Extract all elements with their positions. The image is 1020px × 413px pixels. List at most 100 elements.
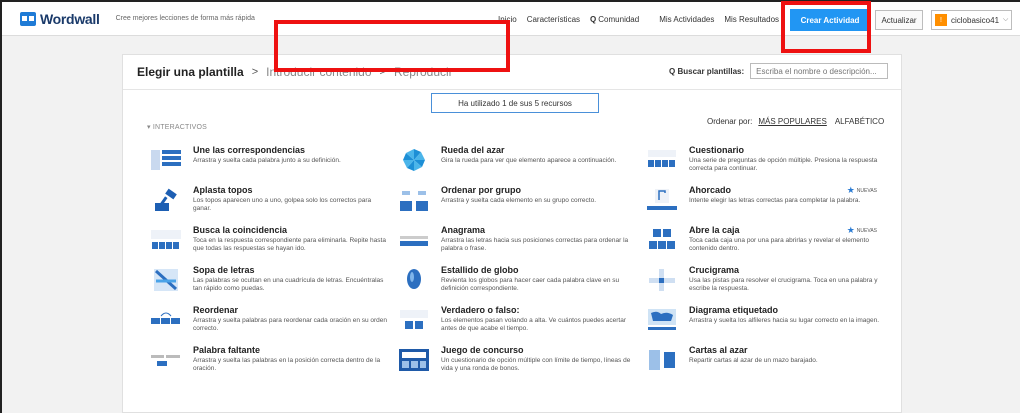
- usage-highlight: [274, 20, 510, 72]
- template-item[interactable]: Reordenar Arrastra y suelta palabras para…: [149, 305, 389, 343]
- template-item[interactable]: Estallido de globo Revienta los globos pa…: [397, 265, 637, 303]
- reorder-icon: [149, 307, 183, 333]
- nav-caracteristicas[interactable]: Características: [527, 15, 580, 24]
- template-description: Arrastra las letras hacia sus posiciones…: [441, 237, 629, 252]
- template-description: Gira la rueda para ver que elemento apar…: [441, 157, 617, 164]
- star-icon: ★: [846, 185, 855, 195]
- divider: [123, 89, 901, 90]
- template-description: Un cuestionario de opción múltiple con l…: [441, 357, 631, 372]
- quiz-icon: [645, 147, 679, 173]
- template-item[interactable]: Cartas al azar Repartir cartas al azar de…: [645, 345, 885, 383]
- nav-comunidad[interactable]: Q Comunidad: [590, 15, 649, 24]
- sort-alphabetical[interactable]: ALFABÉTICO: [835, 117, 884, 126]
- template-description: Arrastra y suelta las palabras en la pos…: [193, 357, 381, 372]
- new-badge-label: NUEVAS: [856, 227, 877, 234]
- template-item[interactable]: Abre la caja Toca cada caja una por una p…: [645, 225, 885, 263]
- template-item[interactable]: Anagrama Arrastra las letras hacia sus po…: [397, 225, 637, 263]
- new-badge: ★ NUEVAS: [847, 225, 877, 236]
- template-description: Arrastra y suelta cada palabra junto a s…: [193, 157, 341, 164]
- template-item[interactable]: Rueda del azar Gira la rueda para ver que…: [397, 145, 637, 183]
- main-nav: Inicio Características Q Comunidad Mis Ac…: [498, 2, 789, 36]
- missing-word-icon: [149, 347, 183, 373]
- template-description: Intente elegir las letras correctas para…: [689, 197, 861, 204]
- brand-tagline: Cree mejores lecciones de forma más rápi…: [115, 15, 255, 22]
- gameshow-icon: [397, 347, 431, 373]
- template-description: Arrastra y suelta los alfileres hacia su…: [689, 317, 880, 324]
- template-title: Cuestionario: [689, 145, 745, 155]
- create-button-highlight: [781, 1, 871, 53]
- template-description: Repartir cartas al azar de un mazo baraj…: [689, 357, 818, 364]
- template-title: Diagrama etiquetado: [689, 305, 779, 315]
- section-interactive[interactable]: ▾ INTERACTIVOS: [147, 123, 207, 131]
- balloon-icon: [397, 267, 431, 293]
- template-title: Verdadero o falso:: [441, 305, 520, 315]
- hangman-icon: [645, 187, 679, 213]
- template-item[interactable]: Juego de concurso Un cuestionario de opci…: [397, 345, 637, 383]
- cards-icon: [645, 347, 679, 373]
- template-description: Los topos aparecen uno a uno, golpea sol…: [193, 197, 372, 212]
- template-item[interactable]: Busca la coincidencia Toca en la respuest…: [149, 225, 389, 263]
- match-icon: [149, 147, 183, 173]
- update-button[interactable]: Actualizar: [875, 10, 923, 30]
- anagram-icon: [397, 227, 431, 253]
- template-item[interactable]: Aplasta topos Los topos aparecen uno a un…: [149, 185, 389, 223]
- template-item[interactable]: Cuestionario Una serie de preguntas de op…: [645, 145, 885, 183]
- nav-mis-resultados[interactable]: Mis Resultados: [724, 15, 779, 24]
- find-match-icon: [149, 227, 183, 253]
- template-title: Ahorcado: [689, 185, 732, 195]
- nav-mis-actividades[interactable]: Mis Actividades: [659, 15, 714, 24]
- template-description: Revienta los globos para hacer caer cada…: [441, 277, 620, 292]
- template-search: Q Buscar plantillas:: [669, 63, 889, 79]
- template-title: Cartas al azar: [689, 345, 748, 355]
- template-item[interactable]: Ahorcado Intente elegir las letras correc…: [645, 185, 885, 223]
- logo-icon: [20, 11, 36, 26]
- group-sort-icon: [397, 187, 431, 213]
- template-title: Une las correspondencias: [193, 145, 306, 155]
- star-icon: ★: [846, 225, 855, 235]
- true-false-icon: [397, 307, 431, 333]
- template-description: Arrastra y suelta cada elemento en su gr…: [441, 197, 596, 204]
- template-description: Usa las pistas para resolver el crucigra…: [689, 277, 878, 292]
- wordsearch-icon: [149, 267, 183, 293]
- template-panel: Elegir una plantilla > Introducir conten…: [122, 54, 902, 413]
- template-item[interactable]: Palabra faltante Arrastra y suelta las pa…: [149, 345, 389, 383]
- diagram-icon: [645, 307, 679, 333]
- template-description: Toca en la respuesta correspondiente par…: [193, 237, 386, 252]
- template-item[interactable]: Ordenar por grupo Arrastra y suelta cada …: [397, 185, 637, 223]
- template-item[interactable]: Crucigrama Usa las pistas para resolver e…: [645, 265, 885, 303]
- template-title: Reordenar: [193, 305, 239, 315]
- sort-options: Ordenar por: MÁS POPULARES ALFABÉTICO: [707, 117, 884, 126]
- template-title: Ordenar por grupo: [441, 185, 522, 195]
- template-item[interactable]: Sopa de letras Las palabras se ocultan en…: [149, 265, 389, 303]
- template-item[interactable]: Diagrama etiquetado Arrastra y suelta los…: [645, 305, 885, 343]
- user-menu[interactable]: ! ciclobasico41 ⌵: [931, 10, 1012, 30]
- chevron-down-icon: ⌵: [1003, 16, 1009, 23]
- search-icon: Q: [590, 14, 597, 24]
- template-item[interactable]: Verdadero o falso: Los elementos pasan vo…: [397, 305, 637, 343]
- template-description: Arrastra y suelta palabras para reordena…: [193, 317, 388, 332]
- template-title: Rueda del azar: [441, 145, 505, 155]
- template-item[interactable]: Une las correspondencias Arrastra y suelt…: [149, 145, 389, 183]
- template-title: Sopa de letras: [193, 265, 255, 275]
- template-title: Aplasta topos: [193, 185, 253, 195]
- template-description: Toca cada caja una por una para abrirlas…: [689, 237, 869, 252]
- template-title: Anagrama: [441, 225, 486, 235]
- crossword-icon: [645, 267, 679, 293]
- template-description: Los elementos pasan volando a alta. Ve c…: [441, 317, 627, 332]
- wheel-icon: [397, 147, 431, 173]
- template-search-input[interactable]: [750, 63, 889, 79]
- nav-comunidad-label: Comunidad: [598, 14, 640, 24]
- new-badge-label: NUEVAS: [856, 187, 877, 194]
- step-choose-template: Elegir una plantilla: [137, 65, 244, 79]
- new-badge: ★ NUEVAS: [847, 185, 877, 196]
- wordwall-logo[interactable]: Wordwall: [20, 11, 100, 27]
- username: ciclobasico41: [951, 15, 1000, 25]
- sort-most-popular[interactable]: MÁS POPULARES: [758, 117, 826, 126]
- user-warning-icon: !: [935, 14, 947, 26]
- search-label: Q Buscar plantillas:: [669, 67, 744, 76]
- search-label-text: Buscar plantillas:: [677, 66, 745, 76]
- chevron-right-icon: >: [251, 66, 259, 78]
- sort-label: Ordenar por:: [707, 117, 753, 126]
- usage-notice: Ha utilizado 1 de sus 5 recursos: [431, 93, 599, 113]
- template-title: Juego de concurso: [441, 345, 524, 355]
